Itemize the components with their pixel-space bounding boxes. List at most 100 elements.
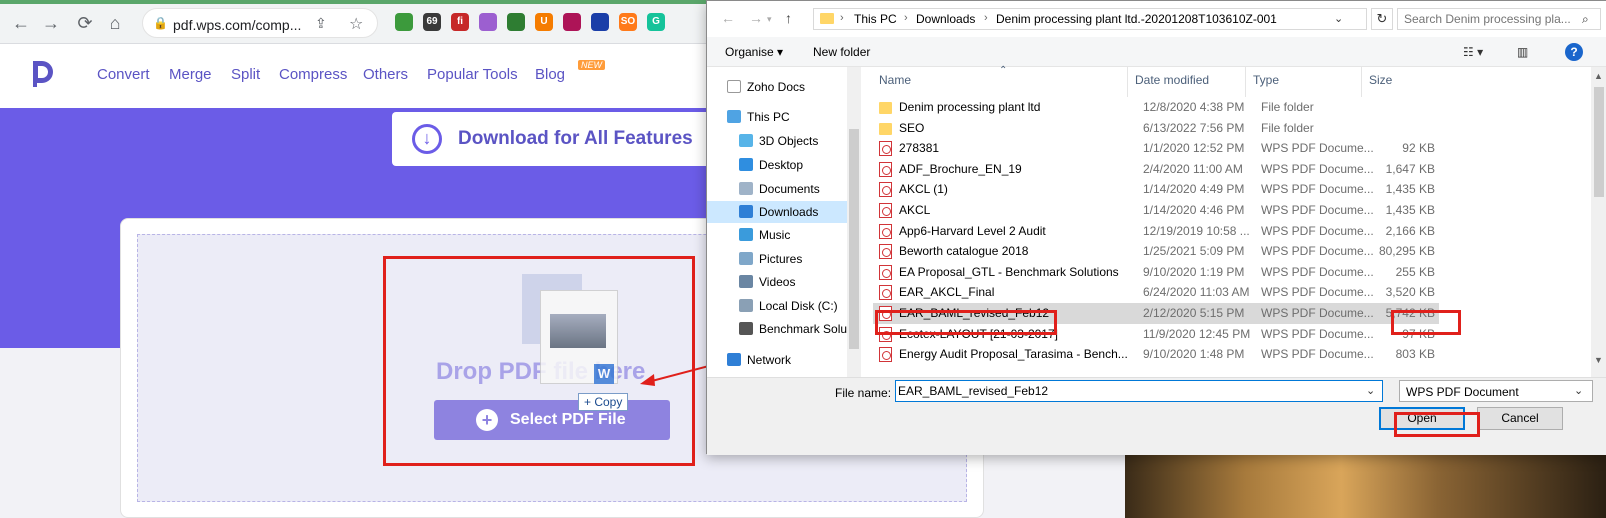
nav-popular-tools[interactable]: Popular Tools (427, 66, 518, 83)
breadcrumb-current-folder[interactable]: Denim processing plant ltd.-20201208T103… (996, 12, 1277, 26)
back-icon[interactable]: ← (721, 10, 735, 26)
chevron-down-icon[interactable]: ⌄ (1574, 384, 1583, 397)
file-name-field[interactable]: ⌄ (895, 380, 1383, 402)
chevron-down-icon[interactable]: ⌄ (1366, 384, 1375, 397)
reload-icon[interactable]: ⟳ (74, 12, 96, 34)
nav-item-desktop[interactable]: Desktop (707, 154, 847, 176)
nav-item-network[interactable]: Network (707, 349, 847, 371)
address-bar[interactable]: 🔒 pdf.wps.com/comp... ⇪ ☆ (142, 8, 378, 38)
u-ext-icon[interactable]: U (535, 13, 553, 31)
cancel-button[interactable]: Cancel (1477, 407, 1563, 430)
breadcrumb-this-pc[interactable]: This PC (854, 12, 897, 26)
refresh-icon[interactable]: ↻ (1371, 8, 1393, 30)
file-row[interactable]: SEO 6/13/2022 7:56 PM File folder (873, 118, 1439, 139)
search-icon[interactable]: ⌕ (1582, 12, 1589, 27)
nav-blog[interactable]: Blog (535, 66, 565, 83)
file-row[interactable]: 278381 1/1/2020 12:52 PM WPS PDF Docume...… (873, 138, 1439, 159)
nav-item-local-disk-c[interactable]: Local Disk (C:) (707, 295, 847, 317)
column-type[interactable]: Type (1253, 73, 1279, 87)
bookmark-star-icon[interactable]: ☆ (349, 14, 363, 34)
download-circle-icon: ↓ (412, 124, 442, 154)
file-row[interactable]: ADF_Brochure_EN_19 2/4/2020 11:00 AM WPS P… (873, 159, 1439, 180)
forward-icon[interactable]: → (40, 12, 62, 34)
file-row[interactable]: Denim processing plant ltd 12/8/2020 4:38… (873, 97, 1439, 118)
wave-ext-icon[interactable] (591, 13, 609, 31)
nav-scrollbar[interactable] (847, 67, 861, 377)
share-icon[interactable]: ⇪ (315, 15, 327, 32)
nav-item-zoho-docs[interactable]: Zoho Docs (707, 76, 847, 98)
file-name: 278381 (899, 141, 940, 156)
scroll-up-icon[interactable]: ▲ (1594, 71, 1603, 81)
chevron-right-icon[interactable]: › (1272, 12, 1276, 24)
scrollbar-thumb[interactable] (849, 129, 859, 349)
file-row[interactable]: AKCL 1/14/2020 4:46 PM WPS PDF Docume... 1,… (873, 200, 1439, 221)
file-type-select[interactable]: WPS PDF Document ⌄ (1399, 380, 1593, 402)
scroll-down-icon[interactable]: ▼ (1594, 355, 1603, 365)
file-row[interactable]: App6-Harvard Level 2 Audit 12/19/2019 10:… (873, 221, 1439, 242)
tab-strip-edge (0, 0, 720, 4)
file-row[interactable]: Beworth catalogue 2018 1/25/2021 5:09 PM W… (873, 241, 1439, 262)
nav-item-this-pc[interactable]: This PC (707, 106, 847, 128)
nav-item-videos[interactable]: Videos (707, 271, 847, 293)
grammarly-ext-icon[interactable]: G (647, 13, 665, 31)
download-all-features-button[interactable]: ↓ Download for All Features (392, 112, 722, 166)
view-options-icon[interactable]: ☷ ▾ (1463, 45, 1483, 59)
nav-item-3d-objects[interactable]: 3D Objects (707, 130, 847, 152)
file-row[interactable]: EAR_AKCL_Final 6/24/2020 11:03 AM WPS PDF … (873, 282, 1439, 303)
nav-item-benchmark-solu[interactable]: Benchmark Solu (707, 318, 847, 340)
69-ext-icon[interactable]: 69 (423, 13, 441, 31)
file-name-input[interactable] (898, 382, 1358, 400)
breadcrumb-downloads[interactable]: Downloads (916, 12, 975, 26)
recent-dropdown-icon[interactable]: ▾ (767, 14, 772, 25)
highlight-box-filename (875, 310, 1057, 335)
nav-item-documents[interactable]: Documents (707, 178, 847, 200)
column-date-modified[interactable]: Date modified (1135, 73, 1209, 87)
green-circle-ext-icon[interactable] (395, 13, 413, 31)
search-box[interactable]: ⌕ (1397, 8, 1601, 30)
wps-logo-icon[interactable] (30, 59, 56, 89)
forward-icon[interactable]: → (749, 10, 763, 26)
file-row[interactable]: EA Proposal_GTL - Benchmark Solutions 9/1… (873, 262, 1439, 283)
chevron-down-icon[interactable]: ⌄ (1334, 12, 1343, 25)
music-icon (739, 228, 753, 241)
so-ext-icon[interactable]: SO (619, 13, 637, 31)
file-row[interactable]: AKCL (1) 1/14/2020 4:49 PM WPS PDF Docume.… (873, 179, 1439, 200)
documents-icon (739, 182, 753, 195)
column-size[interactable]: Size (1369, 73, 1392, 87)
search-input[interactable] (1398, 9, 1578, 29)
scrollbar-thumb[interactable] (1594, 87, 1604, 197)
nav-compress[interactable]: Compress (279, 66, 347, 83)
nav-item-music[interactable]: Music (707, 224, 847, 246)
preview-pane-icon[interactable]: ▥ (1517, 45, 1528, 59)
up-folder-icon[interactable]: ↑ (785, 10, 792, 26)
highlight-box-open (1394, 412, 1480, 437)
nav-item-pictures[interactable]: Pictures (707, 248, 847, 270)
address-breadcrumb[interactable]: › This PC › Downloads › Denim processing… (813, 8, 1367, 30)
file-type: WPS PDF Docume... (1261, 326, 1374, 341)
back-icon[interactable]: ← (10, 12, 32, 34)
nav-split[interactable]: Split (231, 66, 260, 83)
column-divider[interactable] (1127, 67, 1128, 97)
column-divider[interactable] (1361, 67, 1362, 97)
nav-merge[interactable]: Merge (169, 66, 212, 83)
chevron-right-icon[interactable]: › (904, 12, 908, 24)
nav-others[interactable]: Others (363, 66, 408, 83)
chevron-right-icon[interactable]: › (840, 12, 844, 24)
dragged-file-preview: W (522, 274, 620, 384)
globe-ext-icon[interactable] (507, 13, 525, 31)
home-icon[interactable]: ⌂ (104, 12, 126, 34)
file-list-scrollbar[interactable]: ▲ ▼ (1591, 67, 1606, 377)
file-type: WPS PDF Docume... (1261, 285, 1374, 300)
help-icon[interactable]: ? (1565, 43, 1583, 61)
nav-item-downloads[interactable]: Downloads (707, 201, 847, 223)
column-divider[interactable] (1245, 67, 1246, 97)
organise-menu[interactable]: Organise ▾ (725, 45, 783, 59)
new-folder-button[interactable]: New folder (813, 45, 870, 59)
pink-ext-icon[interactable] (563, 13, 581, 31)
red-ext-icon[interactable]: fi (451, 13, 469, 31)
file-row[interactable]: Energy Audit Proposal_Tarasima - Bench..… (873, 344, 1439, 365)
chevron-right-icon[interactable]: › (984, 12, 988, 24)
nav-convert[interactable]: Convert (97, 66, 150, 83)
column-name[interactable]: Name (879, 73, 911, 87)
feather-ext-icon[interactable] (479, 13, 497, 31)
